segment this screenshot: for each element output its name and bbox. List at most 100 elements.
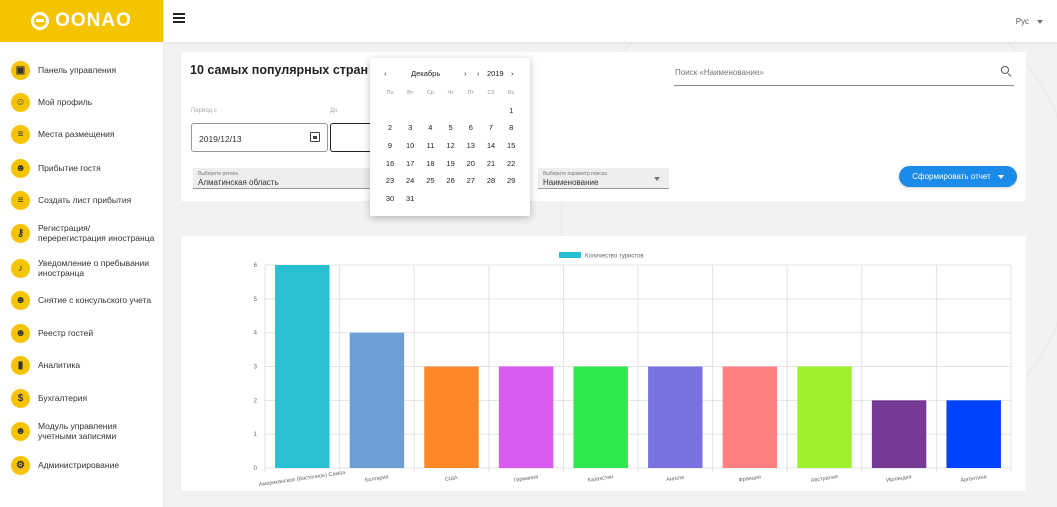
calendar-day[interactable]: 11 xyxy=(420,141,440,150)
prev-month-icon[interactable]: ‹ xyxy=(384,69,387,78)
x-tick-label: Казахстан xyxy=(587,474,613,484)
calendar-day[interactable]: 4 xyxy=(420,123,440,132)
chevron-down-icon xyxy=(654,177,660,181)
y-tick-label: 4 xyxy=(254,331,258,337)
calendar-day[interactable]: 20 xyxy=(461,159,481,168)
calendar-day[interactable]: 8 xyxy=(501,123,521,132)
calendar-day[interactable]: 31 xyxy=(400,194,420,203)
search-placeholder: Поиск «Наименование» xyxy=(675,68,764,77)
x-tick-label: Аргентина xyxy=(960,474,988,484)
sidebar-item-label: Модуль управления учетными записями xyxy=(38,421,117,441)
calendar-day[interactable]: 30 xyxy=(380,194,400,203)
calendar-day[interactable]: 14 xyxy=(481,141,501,150)
chart-bar xyxy=(424,366,479,468)
sidebar-item-label: Панель управления xyxy=(38,65,117,75)
generate-report-button[interactable]: Сформировать отчет xyxy=(899,166,1017,187)
weekday-label: Ср xyxy=(426,90,434,96)
calendar-day[interactable]: 13 xyxy=(461,141,481,150)
calendar-day[interactable]: 17 xyxy=(400,159,420,168)
x-tick-label: Австралия xyxy=(810,474,838,484)
calendar-day[interactable]: 19 xyxy=(441,159,461,168)
period-to-label: До xyxy=(330,108,338,114)
region-select-caption: Выберите регион xyxy=(198,171,239,177)
region-select[interactable]: Выберите регион Алматинская область xyxy=(193,168,378,189)
sidebar-item-9[interactable]: ☻ Реестр гостей xyxy=(0,323,164,343)
calendar-day[interactable]: 25 xyxy=(420,176,440,185)
next-month-icon[interactable]: › xyxy=(464,69,467,78)
sidebar-item-2[interactable]: ☺ Мой профиль xyxy=(0,92,164,112)
list-check-icon: ≡ xyxy=(11,124,30,144)
calendar-day[interactable]: 9 xyxy=(380,141,400,150)
date-picker-popup: ‹ Декабрь › ‹ 2019 › Пн Вт Ср Чт Пт Сб Вс 1 2 3 4 5… xyxy=(370,58,530,216)
y-tick-label: 3 xyxy=(254,365,258,371)
sidebar-item-label: Аналитика xyxy=(38,360,81,370)
sidebar-item-label: Уведомление о пребывании иностранца xyxy=(38,258,149,278)
chevron-down-icon xyxy=(1037,19,1043,24)
calendar-day[interactable]: 29 xyxy=(501,176,521,185)
sidebar-item-12[interactable]: ☻ Модуль управления учетными записями xyxy=(0,421,164,441)
calendar-day[interactable]: 26 xyxy=(441,176,461,185)
logo-text: OONAO xyxy=(55,10,132,31)
next-year-icon[interactable]: › xyxy=(511,69,514,78)
sidebar-item-label: Прибытие гостя xyxy=(38,163,101,173)
date-to-field[interactable] xyxy=(330,123,375,152)
calendar-day[interactable]: 1 xyxy=(501,106,521,115)
calendar-day[interactable]: 16 xyxy=(380,159,400,168)
calendar-day[interactable]: 28 xyxy=(481,176,501,185)
weekday-label: Сб xyxy=(487,90,495,96)
prev-year-icon[interactable]: ‹ xyxy=(477,69,480,78)
sidebar-item-4[interactable]: ☻ Прибытие гостя xyxy=(0,158,164,178)
calendar-day[interactable]: 2 xyxy=(380,123,400,132)
weekday-label: Чт xyxy=(447,90,454,96)
search-param-select[interactable]: Выберите параметр поиска Наименование xyxy=(538,168,669,189)
top-bar: Рус xyxy=(164,0,1057,42)
sidebar-item-8[interactable]: ☻ Снятие с консульского учета xyxy=(0,290,164,310)
x-tick-label: Германия xyxy=(513,474,538,483)
calendar-icon[interactable] xyxy=(310,132,320,142)
calendar-day[interactable]: 5 xyxy=(441,123,461,132)
month-label: Декабрь xyxy=(411,69,441,78)
person-remove-icon: ☻ xyxy=(11,290,30,310)
calendar-day[interactable]: 12 xyxy=(441,141,461,150)
sidebar-item-label: Снятие с консульского учета xyxy=(38,295,152,305)
hamburger-menu-icon[interactable] xyxy=(173,13,185,25)
date-picker-header: ‹ Декабрь › ‹ 2019 › xyxy=(370,69,530,81)
logo[interactable]: OONAO xyxy=(0,0,163,42)
language-selector[interactable]: Рус xyxy=(1016,17,1043,26)
calendar-day[interactable]: 10 xyxy=(400,141,420,150)
calendar-day[interactable]: 7 xyxy=(481,123,501,132)
playlist-add-icon: ≡ xyxy=(11,190,30,210)
y-tick-label: 1 xyxy=(254,432,258,438)
sidebar-item-3[interactable]: ≡ Места размещения xyxy=(0,124,164,144)
date-from-field[interactable]: 2019/12/13 xyxy=(191,123,328,152)
sidebar-item-1[interactable]: ▣ Панель управления xyxy=(0,60,164,80)
calendar-day[interactable]: 3 xyxy=(400,123,420,132)
monitor-icon: ▣ xyxy=(11,60,30,80)
y-tick-label: 2 xyxy=(254,398,258,404)
sidebar-item-10[interactable]: ▮ Аналитика xyxy=(0,355,164,375)
calendar-day[interactable]: 27 xyxy=(461,176,481,185)
search-icon[interactable] xyxy=(1001,66,1012,78)
sidebar-item-6[interactable]: ⚷ Регистрация/ перерегистрация иностранца xyxy=(0,223,164,243)
sidebar-item-5[interactable]: ≡ Создать лист прибытия xyxy=(0,190,164,210)
sidebar-item-13[interactable]: ⚙ Администрирование xyxy=(0,455,164,475)
report-card: 10 самых популярных стран Период с До 20… xyxy=(181,52,1026,201)
calendar-day[interactable]: 21 xyxy=(481,159,501,168)
bell-icon: ♪ xyxy=(11,258,30,278)
calendar-day[interactable]: 24 xyxy=(400,176,420,185)
calendar-day[interactable]: 22 xyxy=(501,159,521,168)
search-input[interactable]: Поиск «Наименование» xyxy=(674,66,1014,86)
region-select-value: Алматинская область xyxy=(198,178,279,187)
x-tick-label: Франция xyxy=(738,474,761,483)
chart-bar xyxy=(275,265,330,468)
chart-card: 0 1 2 3 4 5 6 Американское (Восточное) Самоа Бол… xyxy=(181,236,1026,491)
x-tick-label: Ангола xyxy=(666,475,685,484)
weekday-label: Пн xyxy=(386,90,394,96)
calendar-day[interactable]: 23 xyxy=(380,176,400,185)
calendar-day[interactable]: 6 xyxy=(461,123,481,132)
sidebar-item-11[interactable]: $ Бухгалтерия xyxy=(0,388,164,408)
sidebar-item-label: Администрирование xyxy=(38,460,120,470)
calendar-day[interactable]: 15 xyxy=(501,141,521,150)
sidebar-item-7[interactable]: ♪ Уведомление о пребывании иностранца xyxy=(0,258,164,278)
calendar-day[interactable]: 18 xyxy=(420,159,440,168)
